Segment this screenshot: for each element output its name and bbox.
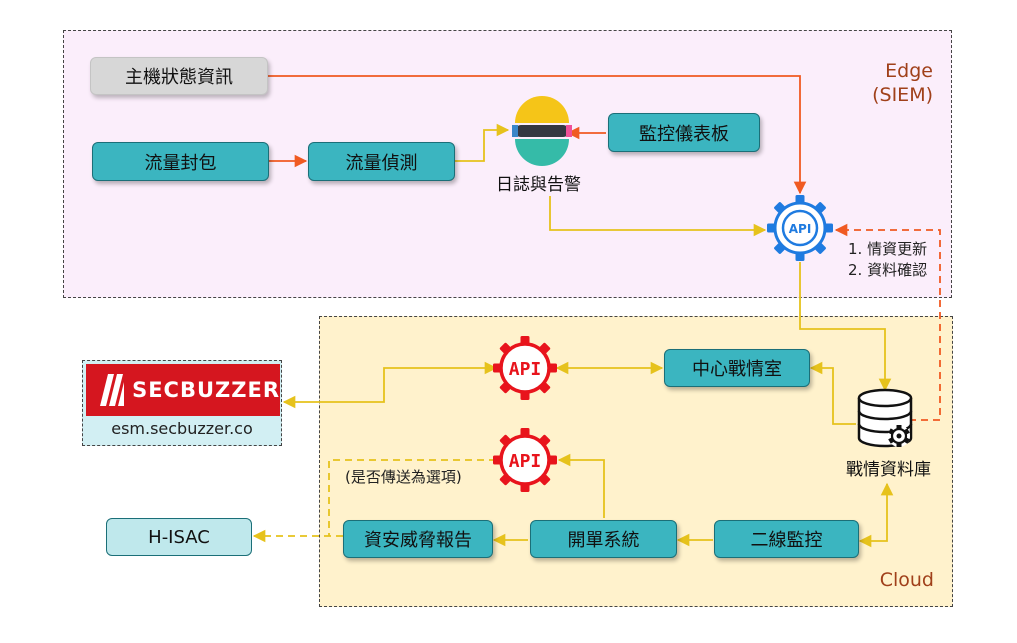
packet-capture-node: 流量封包 (92, 142, 269, 181)
elastic-logo-icon (512, 96, 572, 166)
secbuzzer-slash-logo-icon (100, 374, 125, 406)
arrow-ticket-to-api2 (557, 453, 605, 518)
sync-step1-label: 1. 情資更新 (848, 240, 928, 258)
arrow-logs-to-api (549, 196, 767, 237)
tier2-monitoring-node: 二線監控 (714, 520, 859, 558)
diagram-canvas: Edge (SIEM) Cloud API API API 主機狀態資訊 流量封… (0, 0, 1017, 643)
cloud-api-gear-icon-2: API (493, 428, 557, 492)
edge-api-text: API (789, 222, 812, 236)
arrow-detection-to-logs (455, 123, 510, 162)
arrow-api-to-db (799, 262, 892, 392)
cloud-api-2-text: API (509, 451, 542, 472)
arrow-db-to-soc (809, 361, 856, 425)
optional-send-label: (是否傳送為選項) (345, 468, 462, 486)
arrow-db-tier2-bidirectional (858, 482, 894, 548)
database-gear-icon (857, 388, 913, 448)
edge-api-gear-icon: API (767, 195, 833, 261)
ticket-system-node: 開單系統 (530, 520, 677, 558)
cloud-api-1-text: API (509, 359, 542, 380)
logs-alerts-label: 日誌與告警 (496, 175, 581, 195)
h-isac-node: H-ISAC (106, 518, 252, 556)
host-status-node: 主機狀態資訊 (90, 57, 268, 95)
secbuzzer-wordmark: SECBUZZER (132, 378, 280, 402)
soc-center-node: 中心戰情室 (664, 349, 810, 387)
secbuzzer-card: SECBUZZER esm.secbuzzer.co (82, 360, 282, 446)
cloud-api-gear-icon-1: API (493, 336, 557, 400)
monitor-dashboard-node: 監控儀表板 (608, 113, 760, 152)
intel-db-label: 戰情資料庫 (846, 460, 931, 480)
secbuzzer-logo: SECBUZZER (86, 364, 280, 416)
sync-step2-label: 2. 資料確認 (848, 261, 928, 279)
arrow-api1-secbuzzer-bidirectional (282, 361, 498, 409)
threat-report-node: 資安威脅報告 (343, 520, 493, 558)
traffic-detection-node: 流量偵測 (308, 142, 455, 181)
secbuzzer-url: esm.secbuzzer.co (111, 419, 253, 438)
